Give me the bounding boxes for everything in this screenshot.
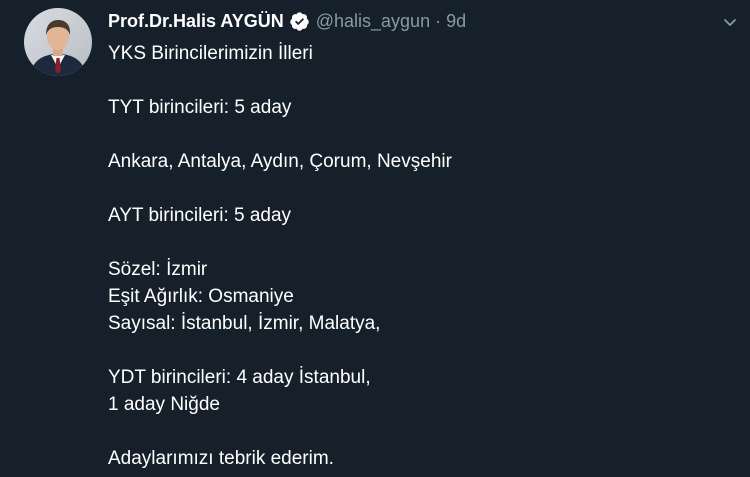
tweet-line: Eşit Ağırlık: Osmaniye (108, 286, 294, 307)
tweet[interactable]: Prof.Dr.Halis AYGÜN @halis_aygun · 9d YK… (0, 0, 750, 477)
tweet-text: YKS Birincilerimizin İlleri TYT birincil… (108, 40, 728, 472)
tweet-line (108, 67, 728, 94)
chevron-down-icon[interactable] (722, 14, 738, 30)
avatar[interactable] (24, 8, 92, 76)
tweet-line: YKS Birincilerimizin İlleri (108, 43, 313, 64)
tweet-line (108, 229, 728, 256)
tweet-line: Sözel: İzmir (108, 259, 208, 280)
separator: · (435, 10, 442, 31)
tweet-line: TYT birincileri: 5 aday (108, 97, 292, 118)
tweet-line (108, 121, 728, 148)
verified-badge-icon (289, 11, 310, 32)
tweet-line: 1 aday Niğde (108, 394, 220, 415)
tweet-line (108, 175, 728, 202)
tweet-line: Ankara, Antalya, Aydın, Çorum, Nevşehir (108, 151, 452, 172)
handle[interactable]: @halis_aygun (316, 11, 430, 32)
display-name[interactable]: Prof.Dr.Halis AYGÜN (108, 11, 284, 32)
tweet-header: Prof.Dr.Halis AYGÜN @halis_aygun · 9d (108, 9, 466, 33)
timestamp[interactable]: 9d (446, 11, 466, 32)
tweet-line: YDT birincileri: 4 aday İstanbul, (108, 367, 371, 388)
tweet-line: Sayısal: İstanbul, İzmir, Malatya, (108, 313, 381, 334)
tweet-line: AYT birincileri: 5 aday (108, 205, 292, 226)
tweet-line: Adaylarımızı tebrik ederim. (108, 448, 334, 469)
tweet-line (108, 337, 728, 364)
tweet-line (108, 418, 728, 445)
